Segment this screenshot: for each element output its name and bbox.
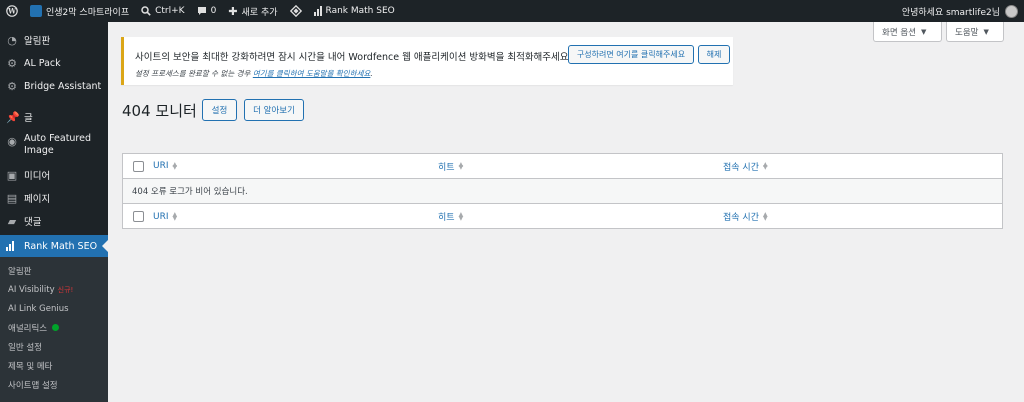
wordpress-icon: W (6, 5, 18, 17)
table-header-row: URI ▲ ▼ 히트 ▲ ▼ 접속 시간 ▲ ▼ (123, 154, 1002, 179)
search-icon (141, 6, 151, 16)
column-hits[interactable]: 히트 ▲ ▼ (438, 160, 464, 172)
sort-icon: ▲ ▼ (458, 160, 464, 171)
sidebar-item-rank-math-seo[interactable]: Rank Math SEO (0, 235, 108, 257)
sidebar-item-bridge-assistant[interactable]: ⚙ Bridge Assistant (0, 76, 108, 96)
status-dot (52, 324, 60, 331)
settings-button[interactable]: 설정 (202, 99, 237, 121)
new-badge: 신규! (57, 285, 74, 294)
help-button[interactable]: 도움말 ▼ (946, 22, 1004, 42)
sidebar-item-pages[interactable]: ▤ 페이지 (0, 188, 108, 208)
image-icon: ◉ (7, 135, 17, 148)
sort-icon: ▲ ▼ (762, 211, 768, 222)
select-all-checkbox-footer[interactable] (133, 211, 144, 222)
wordpress-logo[interactable]: W (0, 0, 24, 22)
sort-icon: ▲ ▼ (172, 160, 178, 171)
table-footer-row: URI ▲ ▼ 히트 ▲ ▼ 접속 시간 ▲ ▼ (123, 204, 1002, 229)
site-name-link[interactable]: 인생2막 스마트라이프 (24, 0, 135, 22)
rank-math-link[interactable]: Rank Math SEO (308, 0, 401, 22)
admin-sidebar: ◔ 알림판 ⚙ AL Pack ⚙ Bridge Assistant 📌 글 ◉… (0, 22, 108, 402)
page-icon: ▤ (6, 191, 18, 205)
submenu-item-general-settings[interactable]: 일반 설정 (0, 337, 108, 356)
configure-firewall-button[interactable]: 구성하려면 여기를 클릭해주세요 (568, 45, 694, 64)
site-name: 인생2막 스마트라이프 (46, 7, 130, 18)
rank-math-icon (6, 241, 18, 251)
plus-icon: ✚ (228, 4, 238, 18)
search-shortcut: Ctrl+K (155, 6, 185, 16)
empty-row: 404 오류 로그가 비어 있습니다. (123, 179, 1002, 204)
sidebar-item-dashboard[interactable]: ◔ 알림판 (0, 30, 108, 50)
notice-note: 설정 프로세스를 완료할 수 없는 경우 여기를 클릭하여 도움말을 확인하세요… (135, 69, 373, 78)
select-all-checkbox[interactable] (133, 160, 144, 172)
sidebar-item-media[interactable]: ▣ 미디어 (0, 165, 108, 185)
submenu-item-sitemap-settings[interactable]: 사이트맵 설정 (0, 375, 108, 394)
page-title: 404 모니터 (122, 102, 197, 120)
new-label: 새로 추가 (241, 7, 278, 18)
submenu-item-titles-meta[interactable]: 제목 및 메타 (0, 356, 108, 375)
column-uri-footer[interactable]: URI ▲ ▼ (153, 212, 177, 222)
comment-icon (197, 7, 206, 15)
dashboard-icon: ◔ (7, 33, 17, 47)
comments-count: 0 (210, 6, 217, 16)
column-hits-footer[interactable]: 히트 ▲ ▼ (438, 210, 463, 223)
gear-icon: ⚙ (7, 56, 17, 70)
site-icon (30, 5, 42, 17)
caret-down-icon: ▼ (920, 27, 927, 36)
submenu-item-analytics[interactable]: 애널리틱스 (0, 318, 108, 337)
avatar[interactable] (1005, 4, 1018, 18)
media-icon: ▣ (6, 168, 18, 182)
sidebar-item-auto-featured-image[interactable]: ◉ Auto Featured Image (0, 133, 108, 161)
dismiss-button[interactable]: 해제 (698, 45, 730, 64)
user-greeting[interactable]: 안녕하세요 smartlife2님 (902, 5, 1000, 18)
rank-math-icon (313, 6, 322, 16)
column-uri[interactable]: URI ▲ ▼ (153, 161, 177, 171)
new-content-link[interactable]: ✚ 새로 추가 (222, 0, 283, 22)
submenu-item-ai-link-genius[interactable]: AI Link Genius (0, 299, 108, 318)
screen-options-button[interactable]: 화면 옵션 ▼ (873, 22, 942, 42)
column-access-time[interactable]: 접속 시간 ▲ ▼ (723, 160, 768, 172)
bridge-icon: ⚙ (7, 79, 17, 93)
submenu-item-dashboard[interactable]: 알림판 (0, 261, 108, 280)
comment-icon: ▰ (7, 214, 17, 228)
sort-icon: ▲ ▼ (762, 160, 768, 171)
help-link[interactable]: 여기를 클릭하여 도움말을 확인하세요 (253, 69, 371, 78)
caret-down-icon: ▼ (983, 27, 989, 36)
sidebar-item-posts[interactable]: 📌 글 (0, 107, 108, 127)
sort-icon: ▲ ▼ (172, 211, 178, 222)
notice-message: 사이트의 보안을 최대한 강화하려면 잠시 시간을 내어 Wordfence 웹… (135, 52, 572, 63)
sidebar-item-al-pack[interactable]: ⚙ AL Pack (0, 53, 108, 73)
diamond-icon (289, 5, 302, 17)
rank-math-submenu: 알림판 AI Visibility 신규! AI Link Genius 애널리틱… (0, 257, 108, 402)
comments-link[interactable]: 0 (191, 0, 223, 22)
search-command[interactable]: Ctrl+K (135, 0, 190, 22)
sort-icon: ▲ ▼ (458, 211, 464, 222)
monitor-table: URI ▲ ▼ 히트 ▲ ▼ 접속 시간 ▲ ▼ 404 오류 로그가 비어 있습니다. U… (122, 153, 1003, 229)
learn-more-button[interactable]: 더 알아보기 (244, 99, 304, 121)
admin-bar: W 인생2막 스마트라이프 Ctrl+K 0 ✚ 새로 추가 Rank Math… (0, 0, 1024, 22)
pin-icon: 📌 (6, 110, 20, 124)
empty-message: 404 오류 로그가 비어 있습니다. (132, 187, 248, 197)
column-access-time-footer[interactable]: 접속 시간 ▲ ▼ (723, 210, 768, 223)
submenu-item-ai-visibility[interactable]: AI Visibility 신규! (0, 280, 108, 299)
sidebar-item-comments[interactable]: ▰ 댓글 (0, 211, 108, 231)
diamond-link[interactable] (284, 0, 308, 22)
rank-math-label: Rank Math SEO (325, 6, 395, 16)
wordfence-notice: 사이트의 보안을 최대한 강화하려면 잠시 시간을 내어 Wordfence 웹… (121, 37, 733, 85)
svg-text:W: W (7, 7, 16, 16)
